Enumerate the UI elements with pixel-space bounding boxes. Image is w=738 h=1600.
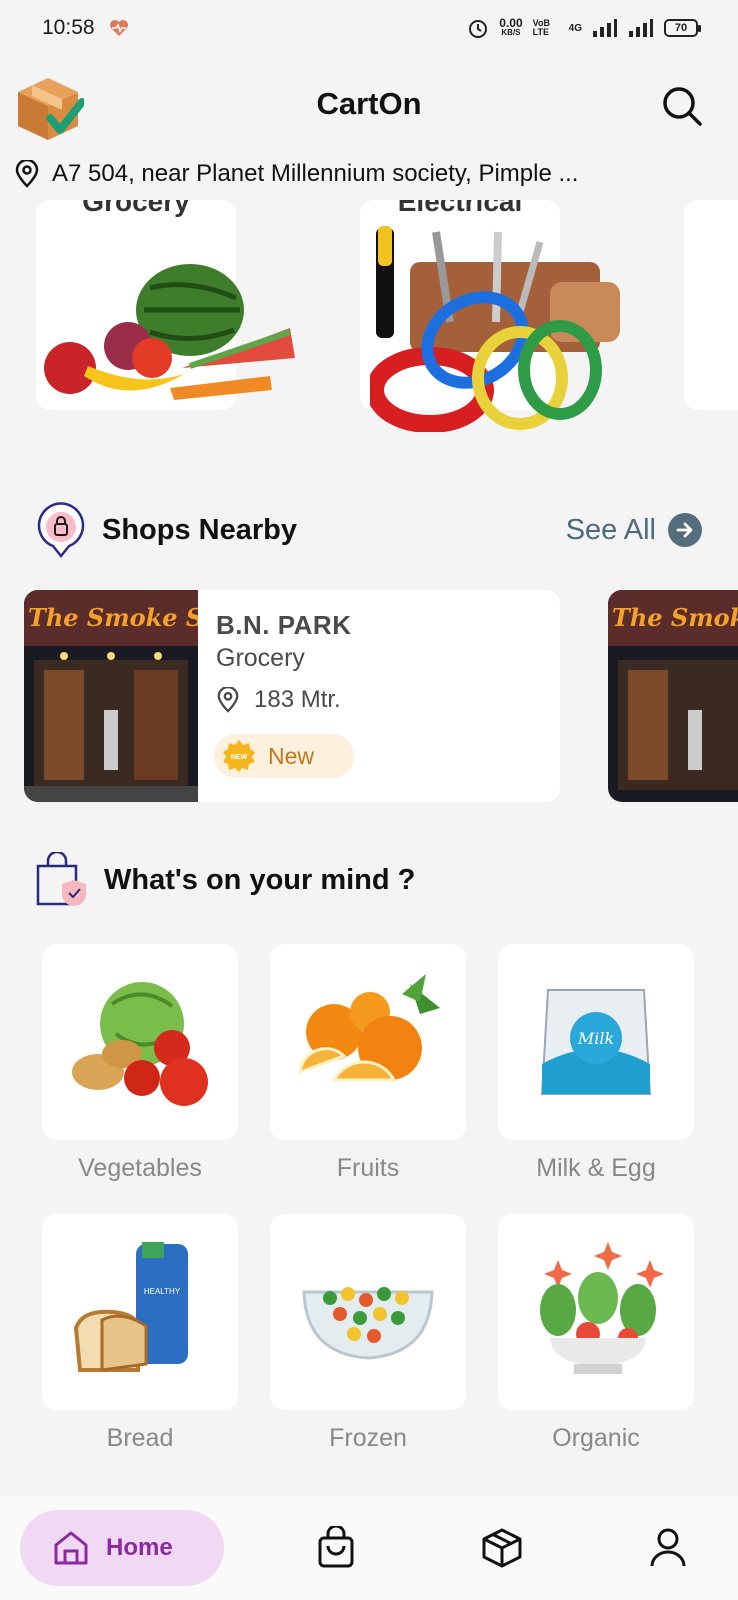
see-all-label: See All xyxy=(565,513,656,546)
bag-icon[interactable] xyxy=(314,1526,358,1570)
health-heart-icon xyxy=(109,20,128,36)
location-pin-icon xyxy=(15,160,39,188)
alarm-icon xyxy=(469,20,488,38)
signal-2-icon xyxy=(629,19,653,37)
delivery-address[interactable]: A7 504, near Planet Millennium society, … xyxy=(14,154,724,194)
shop-sign-text: The Smoke Shop xyxy=(28,603,198,632)
battery-icon: 70 xyxy=(664,19,701,37)
tile-milk[interactable]: Milk xyxy=(498,944,694,1140)
category-card-next[interactable] xyxy=(684,200,738,410)
whats-on-mind-title: What's on your mind ? xyxy=(104,863,416,896)
svg-text:HEALTHY: HEALTHY xyxy=(144,1287,181,1296)
tile-organic[interactable] xyxy=(498,1214,694,1410)
signal-icon xyxy=(593,19,617,37)
shop-distance: 183 Mtr. xyxy=(216,686,341,714)
milk-image: Milk xyxy=(540,989,652,1095)
tile-label-fruits: Fruits xyxy=(336,1154,400,1182)
search-icon[interactable] xyxy=(660,84,704,128)
new-badge: NEW New xyxy=(214,734,354,778)
shops-nearby-header: Shops Nearby See All xyxy=(36,500,702,560)
category-label: Grocery xyxy=(82,200,190,217)
fruits-image xyxy=(298,974,440,1082)
tile-bread[interactable]: HEALTHY xyxy=(42,1214,238,1410)
shopping-bag-icon xyxy=(36,852,86,906)
vegetables-image xyxy=(72,982,208,1106)
app-header: CartOn xyxy=(0,64,738,148)
profile-icon[interactable] xyxy=(646,1526,690,1570)
shop-card-next[interactable]: The Smoke Shop xyxy=(608,590,738,802)
shop-sign-text: The Smoke Shop xyxy=(612,603,738,632)
shops-nearby-title: Shops Nearby xyxy=(102,513,297,546)
category-carousel[interactable]: Grocery Electrical xyxy=(0,200,738,450)
tile-label-milk: Milk & Egg xyxy=(536,1154,656,1182)
nav-home[interactable]: Home xyxy=(20,1510,224,1586)
tile-vegetables[interactable] xyxy=(42,944,238,1140)
app-title: CartOn xyxy=(316,86,422,121)
category-label: Electrical xyxy=(397,200,523,217)
shop-distance-text: 183 Mtr. xyxy=(254,686,341,713)
nav-home-label: Home xyxy=(106,1534,173,1561)
tile-fruits[interactable] xyxy=(270,944,466,1140)
shops-carousel[interactable]: The Smoke Shop B.N. PARK Grocery 183 Mtr… xyxy=(0,590,738,804)
status-bar: 10:58 0.00 KB/S VoB LTE 4G 70 xyxy=(0,0,738,56)
shop-category: Grocery xyxy=(216,644,305,672)
tile-label-vegetables: Vegetables xyxy=(78,1154,202,1182)
home-icon xyxy=(54,1531,88,1565)
shop-image: The Smoke Shop xyxy=(608,590,738,802)
bread-image: HEALTHY xyxy=(73,1242,188,1372)
see-all-button[interactable]: See All xyxy=(566,513,702,547)
organic-image xyxy=(540,1242,664,1374)
location-pin-icon xyxy=(217,687,239,713)
network-type: 4G xyxy=(568,22,582,34)
svg-text:NEW: NEW xyxy=(231,754,248,761)
tile-label-bread: Bread xyxy=(106,1424,174,1452)
clock: 10:58 xyxy=(42,16,95,39)
frozen-image xyxy=(302,1287,434,1360)
volte-indicator: VoB LTE xyxy=(532,18,550,37)
whats-on-mind-header: What's on your mind ? xyxy=(36,850,702,910)
address-text: A7 504, near Planet Millennium society, … xyxy=(52,160,579,187)
shop-pin-icon xyxy=(37,502,85,558)
shop-name: B.N. PARK xyxy=(216,610,352,640)
tile-label-frozen: Frozen xyxy=(329,1424,407,1452)
arrow-right-icon xyxy=(668,513,702,547)
electrical-image xyxy=(370,226,620,432)
tile-frozen[interactable] xyxy=(270,1214,466,1410)
tile-label-organic: Organic xyxy=(552,1424,640,1452)
net-speed: 0.00 KB/S xyxy=(499,16,523,37)
bottom-navigation: Home xyxy=(0,1496,738,1600)
shop-card[interactable]: The Smoke Shop B.N. PARK Grocery 183 Mtr… xyxy=(24,590,560,802)
grocery-image xyxy=(44,264,295,400)
new-badge-label: New xyxy=(268,742,315,769)
box-icon[interactable] xyxy=(480,1526,524,1570)
new-seal-icon: NEW xyxy=(223,740,255,772)
svg-text:Milk: Milk xyxy=(577,1029,614,1048)
shop-image: The Smoke Shop xyxy=(24,590,198,802)
